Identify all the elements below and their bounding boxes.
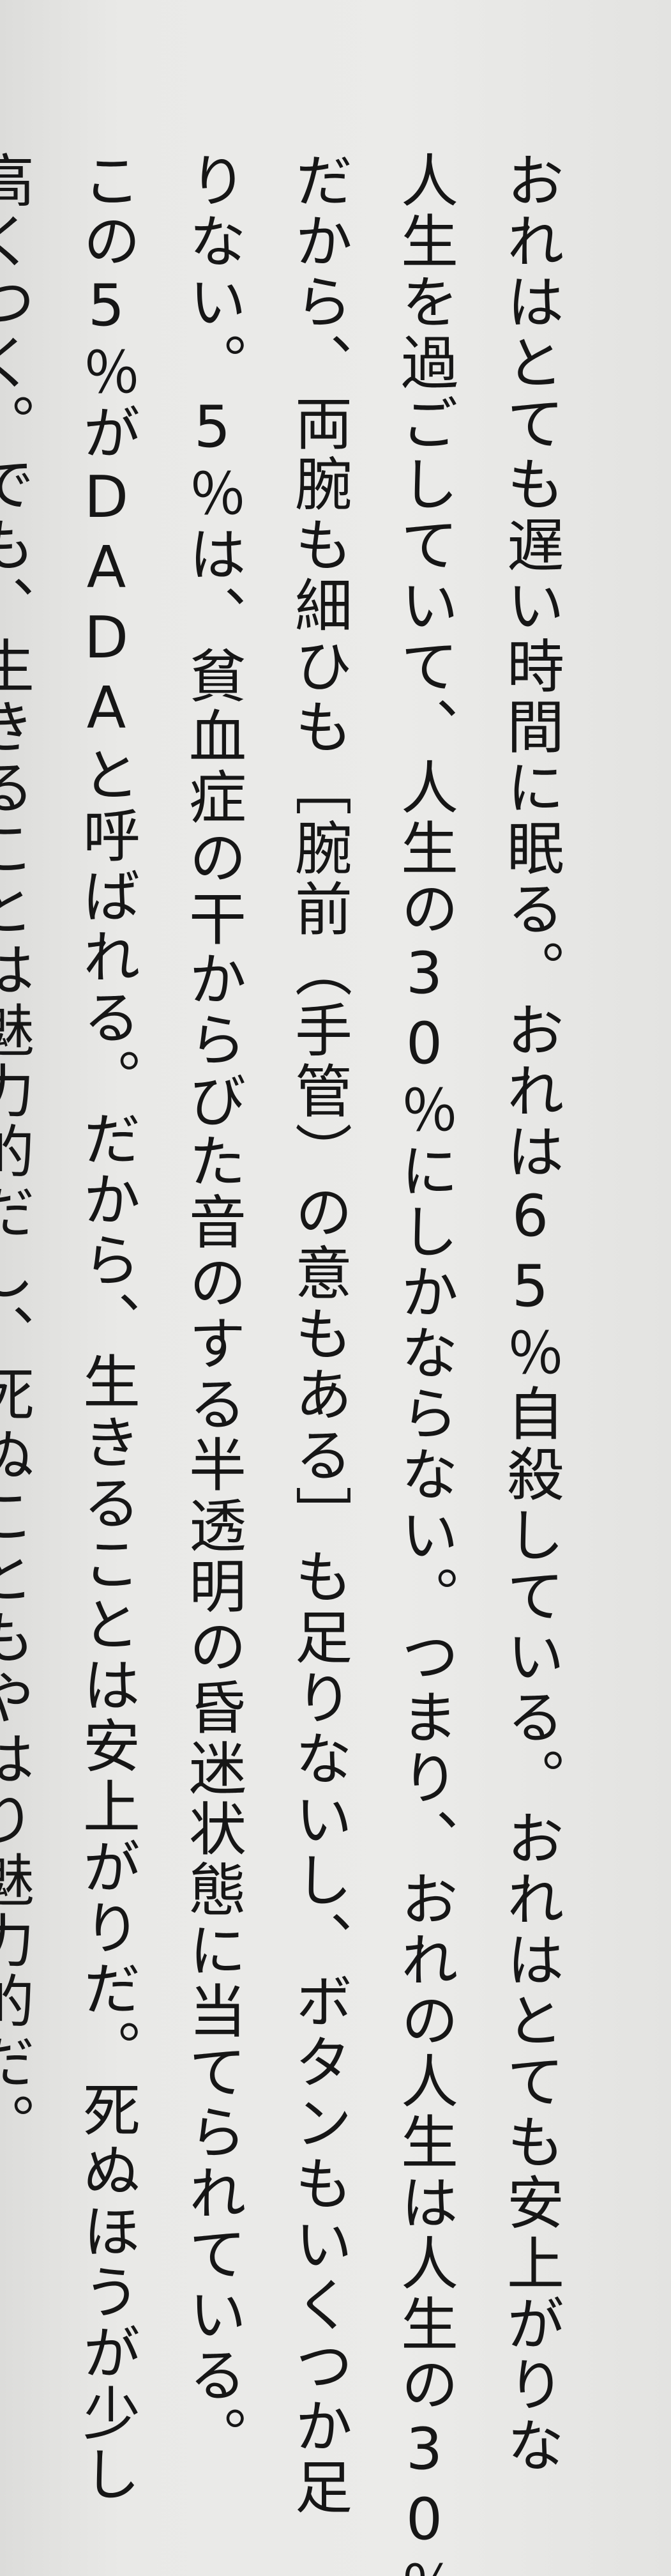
text-line-2: 人生を過ごしていて、人生の30％にしかならない。つまり、おれの人生は人生の30％ xyxy=(391,151,458,2576)
text-line-4: りない。5％は、貧血症の干からびた音のする半透明の昏迷状態に当てられている。 xyxy=(179,151,246,2467)
text-line-6: 高くつく。でも、生きることは魅力的だし、死ぬこともやはり魅力的だ。 xyxy=(0,151,34,2154)
text-line-1: おれはとても遅い時間に眠る。おれは65％自殺している。おれはとても安上がりな xyxy=(497,151,564,2476)
vertical-text-block: おれはとても遅い時間に眠る。おれは65％自殺している。おれはとても安上がりな 人… xyxy=(0,151,640,2576)
document-page: おれはとても遅い時間に眠る。おれは65％自殺している。おれはとても安上がりな 人… xyxy=(0,0,671,2576)
text-line-3: だから、両腕も細ひも［腕前（手管）の意もある］も足りないし、ボタンもいくつか足 xyxy=(285,151,352,2518)
text-line-5: この5％がDADAと呼ばれる。だから、生きることは安上がりだ。死ぬほうが少し xyxy=(73,151,140,2505)
